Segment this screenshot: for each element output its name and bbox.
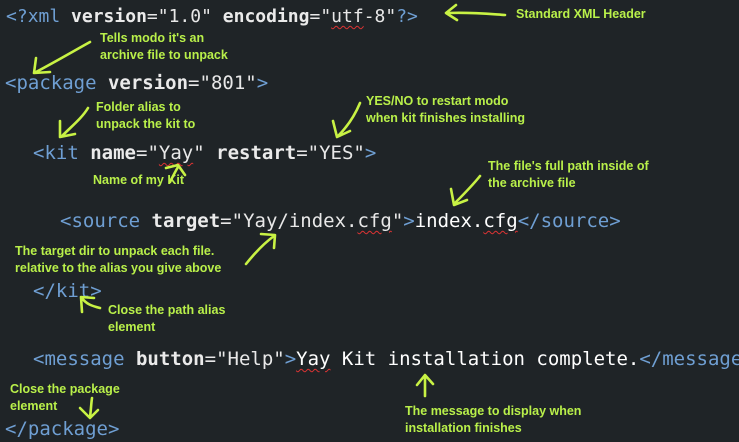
annotation-arrows [32, 3, 507, 420]
arrow-standard-header [444, 3, 507, 22]
arrow-close-package [78, 396, 100, 420]
arrow-archive [32, 40, 92, 75]
arrow-full-path [449, 174, 482, 207]
arrow-kit-name [164, 163, 187, 184]
arrow-close-alias [79, 295, 102, 314]
arrow-message [415, 373, 435, 398]
arrow-restart [331, 101, 362, 139]
arrow-target-dir [244, 232, 277, 266]
code-editor-canvas: <?xml version="1.0" encoding="utf-8"?> <… [0, 0, 739, 442]
arrow-folder-alias [58, 106, 90, 139]
